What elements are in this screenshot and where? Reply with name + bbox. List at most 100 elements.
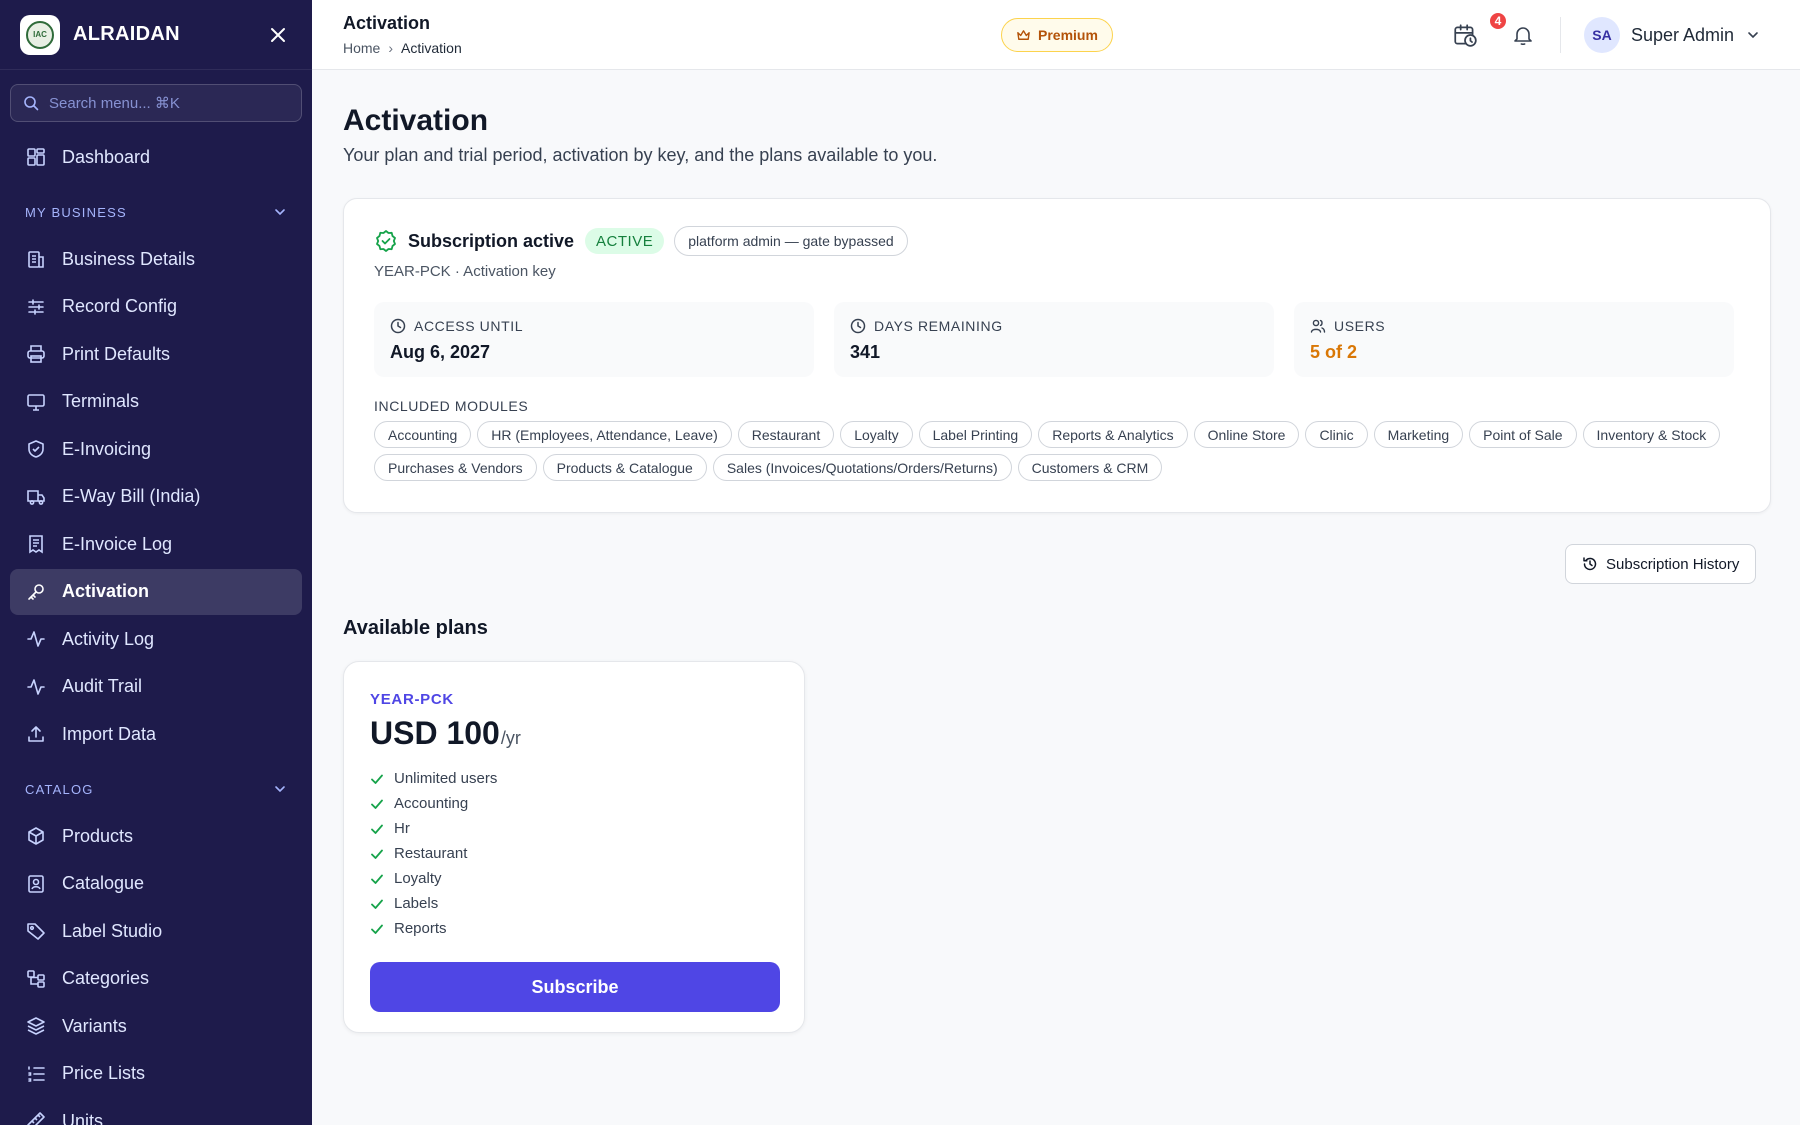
sidebar-item-label: Price Lists [62, 1063, 146, 1083]
feature-label: Reports [394, 920, 447, 937]
sidebar-item-import-data[interactable]: Import Data [10, 711, 302, 757]
check-icon [371, 799, 383, 809]
calendar-schedule-button[interactable] [1451, 21, 1479, 49]
search-icon [24, 96, 39, 111]
module-chip: Inventory & Stock [1582, 421, 1721, 448]
feature-label: Unlimited users [394, 770, 498, 787]
sidebar-item-audit-trail[interactable]: Audit Trail [10, 664, 302, 710]
search-menu-input[interactable] [49, 94, 269, 112]
activity-icon [25, 628, 47, 650]
sidebar-item-e-invoice-log[interactable]: E-Invoice Log [10, 521, 302, 567]
sidebar-item-categories[interactable]: Categories [10, 956, 302, 1002]
sidebar-item-e-way-bill[interactable]: E-Way Bill (India) [10, 474, 302, 520]
sidebar-item-terminals[interactable]: Terminals [10, 379, 302, 425]
tag-icon [25, 920, 47, 942]
section-catalog[interactable]: CATALOG [10, 769, 302, 809]
plan-features: Unlimited users Accounting Hr Restaurant… [370, 766, 497, 941]
receipt-icon [25, 533, 47, 555]
premium-badge[interactable]: Premium [1001, 18, 1113, 52]
categories-icon [25, 968, 47, 990]
feature-label: Labels [394, 895, 439, 912]
notification-count-badge: 4 [1488, 11, 1508, 31]
main-content: Activation Your plan and trial period, a… [312, 70, 1800, 1125]
sidebar-item-e-invoicing[interactable]: E-Invoicing [10, 426, 302, 472]
sidebar-item-label: Activation [62, 581, 150, 601]
sidebar-item-variants[interactable]: Variants [10, 1003, 302, 1049]
feature-item: Hr [370, 816, 497, 841]
sidebar-item-price-lists[interactable]: Price Lists [10, 1051, 302, 1097]
user-menu[interactable]: SA Super Admin [1584, 17, 1760, 53]
sidebar-item-label: Products [62, 825, 134, 846]
module-chip: Online Store [1193, 421, 1300, 448]
feature-item: Labels [370, 891, 497, 916]
crown-icon [1017, 29, 1030, 40]
subscription-history-button[interactable]: Subscription History [1565, 544, 1757, 584]
module-chip: Loyalty [840, 421, 913, 448]
sidebar-item-catalogue[interactable]: Catalogue [10, 861, 302, 907]
check-icon [371, 874, 383, 884]
brand-logo[interactable]: IAC [20, 14, 60, 55]
included-modules-label: INCLUDED MODULES [374, 398, 529, 414]
brand-name: ALRAIDAN [73, 23, 180, 45]
subscription-card: Subscription active ACTIVE platform admi… [343, 198, 1771, 513]
section-my-business[interactable]: MY BUSINESS [10, 192, 302, 232]
upload-icon [25, 723, 47, 745]
subscription-history-label: Subscription History [1606, 555, 1740, 573]
sidebar-item-label-studio[interactable]: Label Studio [10, 908, 302, 954]
module-chip: Clinic [1305, 421, 1368, 448]
sidebar-item-print-defaults[interactable]: Print Defaults [10, 331, 302, 377]
sidebar-item-label: E-Invoice Log [62, 533, 173, 554]
stat-label: USERS [1334, 318, 1386, 334]
close-sidebar-button[interactable] [264, 21, 292, 49]
stat-label: DAYS REMAINING [874, 318, 1003, 334]
section-label: MY BUSINESS [25, 204, 127, 220]
calendar-clock-icon [1454, 24, 1477, 47]
user-name: Super Admin [1631, 24, 1735, 45]
subscribe-button[interactable]: Subscribe [370, 962, 780, 1012]
breadcrumb-home-link[interactable]: Home [343, 40, 380, 56]
feature-label: Hr [394, 820, 410, 837]
plan-key-label: YEAR-PCK · Activation key [374, 263, 556, 280]
printer-icon [25, 343, 47, 365]
ruler-icon [25, 1110, 47, 1125]
price-amount: USD 100 [370, 715, 500, 751]
sidebar-item-products[interactable]: Products [10, 813, 302, 859]
list-icon [25, 1063, 47, 1085]
price-period: /yr [500, 728, 521, 748]
plan-price: USD 100 /yr [370, 715, 521, 752]
box-icon [25, 825, 47, 847]
check-badge-icon [376, 230, 396, 252]
breadcrumb-separator-icon: › [388, 40, 394, 56]
sidebar-item-activity-log[interactable]: Activity Log [10, 616, 302, 662]
sidebar-item-units[interactable]: Units [10, 1098, 302, 1125]
history-icon [1583, 557, 1597, 571]
sidebar-item-record-config[interactable]: Record Config [10, 284, 302, 330]
feature-item: Loyalty [370, 866, 497, 891]
subscription-title: Subscription active [408, 230, 575, 251]
check-icon [371, 824, 383, 834]
stat-value: Aug 6, 2027 [390, 342, 491, 362]
available-plans-heading: Available plans [343, 617, 488, 639]
subscription-status-row: Subscription active ACTIVE platform admi… [374, 226, 908, 256]
sidebar-item-label: Business Details [62, 248, 196, 269]
check-icon [371, 849, 383, 859]
notifications-button[interactable] [1509, 21, 1537, 49]
module-chip: HR (Employees, Attendance, Leave) [477, 421, 732, 448]
status-badge: ACTIVE [585, 228, 665, 254]
sidebar-item-label: E-Way Bill (India) [62, 486, 201, 506]
breadcrumb-current: Activation [401, 40, 462, 56]
feature-label: Accounting [394, 795, 469, 812]
chevron-down-icon [275, 209, 285, 216]
check-icon [371, 899, 383, 909]
modules-list: Accounting HR (Employees, Attendance, Le… [374, 421, 1744, 481]
sidebar-item-activation[interactable]: Activation [10, 568, 302, 615]
sidebar-search[interactable] [10, 84, 302, 122]
section-label: CATALOG [25, 781, 94, 797]
header-title: Activation [343, 13, 431, 33]
header-divider [1560, 17, 1561, 53]
module-chip: Restaurant [737, 421, 835, 448]
sidebar-item-dashboard[interactable]: Dashboard [10, 134, 302, 180]
logo-emblem: IAC [26, 20, 54, 49]
sidebar-item-business-details[interactable]: Business Details [10, 236, 302, 282]
stat-value: 341 [850, 342, 881, 362]
